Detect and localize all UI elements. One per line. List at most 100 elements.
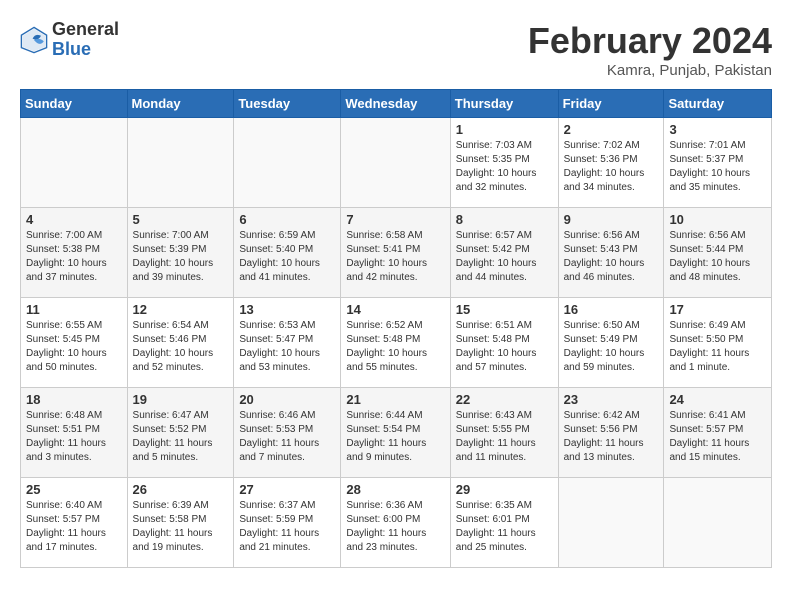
day-number: 9 xyxy=(564,212,659,227)
calendar-day-cell xyxy=(558,478,664,568)
calendar-day-cell: 25Sunrise: 6:40 AMSunset: 5:57 PMDayligh… xyxy=(21,478,128,568)
day-number: 11 xyxy=(26,302,122,317)
day-number: 16 xyxy=(564,302,659,317)
day-info: Sunrise: 6:47 AMSunset: 5:52 PMDaylight:… xyxy=(133,409,229,465)
calendar-day-cell: 26 Sunrise: 6:39 AMSunset: 5:58 PMDayligh… xyxy=(127,478,234,568)
location: Kamra, Punjab, Pakistan xyxy=(528,62,772,79)
day-info: Sunrise: 6:51 AMSunset: 5:48 PMDaylight:… xyxy=(456,319,553,375)
day-number: 8 xyxy=(456,212,553,227)
day-info: Sunrise: 6:37 AMSunset: 5:59 PMDaylight:… xyxy=(239,499,335,555)
calendar-table: SundayMondayTuesdayWednesdayThursdayFrid… xyxy=(20,89,772,568)
day-number: 12 xyxy=(133,302,229,317)
day-number: 7 xyxy=(346,212,444,227)
weekday-header: Tuesday xyxy=(234,90,341,118)
calendar-day-cell xyxy=(21,118,128,208)
calendar-day-cell xyxy=(127,118,234,208)
weekday-header: Monday xyxy=(127,90,234,118)
day-number: 3 xyxy=(669,122,766,137)
day-number: 27 xyxy=(239,482,335,497)
day-number: 17 xyxy=(669,302,766,317)
calendar-day-cell: 10 Sunrise: 6:56 AMSunset: 5:44 PMDayligh… xyxy=(664,208,772,298)
calendar-day-cell: 19 Sunrise: 6:47 AMSunset: 5:52 PMDayligh… xyxy=(127,388,234,478)
day-info: Sunrise: 6:44 AMSunset: 5:54 PMDaylight:… xyxy=(346,409,444,465)
day-info: Sunrise: 6:41 AMSunset: 5:57 PMDaylight:… xyxy=(669,409,766,465)
day-info: Sunrise: 7:02 AMSunset: 5:36 PMDaylight:… xyxy=(564,139,659,195)
calendar-day-cell: 13Sunrise: 6:53 AMSunset: 5:47 PMDayligh… xyxy=(234,298,341,388)
day-info: Sunrise: 7:00 AMSunset: 5:39 PMDaylight:… xyxy=(133,229,229,285)
weekday-header: Friday xyxy=(558,90,664,118)
calendar-day-cell: 1 Sunrise: 7:03 AMSunset: 5:35 PMDaylight… xyxy=(450,118,558,208)
calendar-day-cell: 29 Sunrise: 6:35 AMSunset: 6:01 PMDayligh… xyxy=(450,478,558,568)
calendar-day-cell: 16 Sunrise: 6:50 AMSunset: 5:49 PMDayligh… xyxy=(558,298,664,388)
calendar-day-cell: 21 Sunrise: 6:44 AMSunset: 5:54 PMDayligh… xyxy=(341,388,450,478)
logo-icon xyxy=(20,26,48,54)
day-info: Sunrise: 6:54 AMSunset: 5:46 PMDaylight:… xyxy=(133,319,229,375)
day-number: 23 xyxy=(564,392,659,407)
calendar-day-cell: 9Sunrise: 6:56 AMSunset: 5:43 PMDaylight… xyxy=(558,208,664,298)
day-number: 15 xyxy=(456,302,553,317)
calendar-day-cell xyxy=(341,118,450,208)
day-info: Sunrise: 6:52 AMSunset: 5:48 PMDaylight:… xyxy=(346,319,444,375)
day-number: 25 xyxy=(26,482,122,497)
weekday-header: Saturday xyxy=(664,90,772,118)
weekday-header: Thursday xyxy=(450,90,558,118)
day-number: 10 xyxy=(669,212,766,227)
calendar-week-row: 25Sunrise: 6:40 AMSunset: 5:57 PMDayligh… xyxy=(21,478,772,568)
day-number: 19 xyxy=(133,392,229,407)
calendar-day-cell: 14 Sunrise: 6:52 AMSunset: 5:48 PMDayligh… xyxy=(341,298,450,388)
day-info: Sunrise: 6:36 AMSunset: 6:00 PMDaylight:… xyxy=(346,499,444,555)
calendar-week-row: 1 Sunrise: 7:03 AMSunset: 5:35 PMDaylight… xyxy=(21,118,772,208)
calendar-day-cell: 8 Sunrise: 6:57 AMSunset: 5:42 PMDaylight… xyxy=(450,208,558,298)
day-info: Sunrise: 6:57 AMSunset: 5:42 PMDaylight:… xyxy=(456,229,553,285)
calendar-day-cell: 23 Sunrise: 6:42 AMSunset: 5:56 PMDayligh… xyxy=(558,388,664,478)
day-number: 1 xyxy=(456,122,553,137)
day-info: Sunrise: 7:03 AMSunset: 5:35 PMDaylight:… xyxy=(456,139,553,195)
day-number: 24 xyxy=(669,392,766,407)
day-number: 29 xyxy=(456,482,553,497)
calendar-day-cell: 7 Sunrise: 6:58 AMSunset: 5:41 PMDaylight… xyxy=(341,208,450,298)
calendar-week-row: 4 Sunrise: 7:00 AMSunset: 5:38 PMDaylight… xyxy=(21,208,772,298)
logo-blue: Blue xyxy=(52,40,119,60)
day-info: Sunrise: 7:01 AMSunset: 5:37 PMDaylight:… xyxy=(669,139,766,195)
day-number: 6 xyxy=(239,212,335,227)
day-info: Sunrise: 6:55 AMSunset: 5:45 PMDaylight:… xyxy=(26,319,122,375)
logo-text: General Blue xyxy=(52,20,119,60)
calendar-week-row: 18Sunrise: 6:48 AMSunset: 5:51 PMDayligh… xyxy=(21,388,772,478)
calendar-day-cell: 2 Sunrise: 7:02 AMSunset: 5:36 PMDaylight… xyxy=(558,118,664,208)
day-number: 5 xyxy=(133,212,229,227)
weekday-header: Wednesday xyxy=(341,90,450,118)
calendar-header-row: SundayMondayTuesdayWednesdayThursdayFrid… xyxy=(21,90,772,118)
weekday-header: Sunday xyxy=(21,90,128,118)
day-info: Sunrise: 6:56 AMSunset: 5:44 PMDaylight:… xyxy=(669,229,766,285)
calendar-day-cell: 18Sunrise: 6:48 AMSunset: 5:51 PMDayligh… xyxy=(21,388,128,478)
calendar-day-cell: 12 Sunrise: 6:54 AMSunset: 5:46 PMDayligh… xyxy=(127,298,234,388)
month-title: February 2024 xyxy=(528,20,772,62)
day-info: Sunrise: 6:53 AMSunset: 5:47 PMDaylight:… xyxy=(239,319,335,375)
calendar-day-cell xyxy=(664,478,772,568)
day-info: Sunrise: 6:46 AMSunset: 5:53 PMDaylight:… xyxy=(239,409,335,465)
calendar-day-cell: 17Sunrise: 6:49 AMSunset: 5:50 PMDayligh… xyxy=(664,298,772,388)
page-header: General Blue February 2024 Kamra, Punjab… xyxy=(20,20,772,79)
day-info: Sunrise: 6:42 AMSunset: 5:56 PMDaylight:… xyxy=(564,409,659,465)
calendar-day-cell xyxy=(234,118,341,208)
day-number: 4 xyxy=(26,212,122,227)
day-number: 2 xyxy=(564,122,659,137)
day-number: 22 xyxy=(456,392,553,407)
day-info: Sunrise: 6:35 AMSunset: 6:01 PMDaylight:… xyxy=(456,499,553,555)
logo-general: General xyxy=(52,20,119,40)
day-number: 14 xyxy=(346,302,444,317)
day-number: 21 xyxy=(346,392,444,407)
day-info: Sunrise: 6:39 AMSunset: 5:58 PMDaylight:… xyxy=(133,499,229,555)
day-info: Sunrise: 7:00 AMSunset: 5:38 PMDaylight:… xyxy=(26,229,122,285)
day-info: Sunrise: 6:58 AMSunset: 5:41 PMDaylight:… xyxy=(346,229,444,285)
calendar-day-cell: 6Sunrise: 6:59 AMSunset: 5:40 PMDaylight… xyxy=(234,208,341,298)
day-number: 26 xyxy=(133,482,229,497)
calendar-day-cell: 4 Sunrise: 7:00 AMSunset: 5:38 PMDaylight… xyxy=(21,208,128,298)
day-info: Sunrise: 6:43 AMSunset: 5:55 PMDaylight:… xyxy=(456,409,553,465)
logo: General Blue xyxy=(20,20,119,60)
day-number: 18 xyxy=(26,392,122,407)
day-number: 28 xyxy=(346,482,444,497)
day-number: 20 xyxy=(239,392,335,407)
day-info: Sunrise: 6:50 AMSunset: 5:49 PMDaylight:… xyxy=(564,319,659,375)
title-block: February 2024 Kamra, Punjab, Pakistan xyxy=(528,20,772,79)
